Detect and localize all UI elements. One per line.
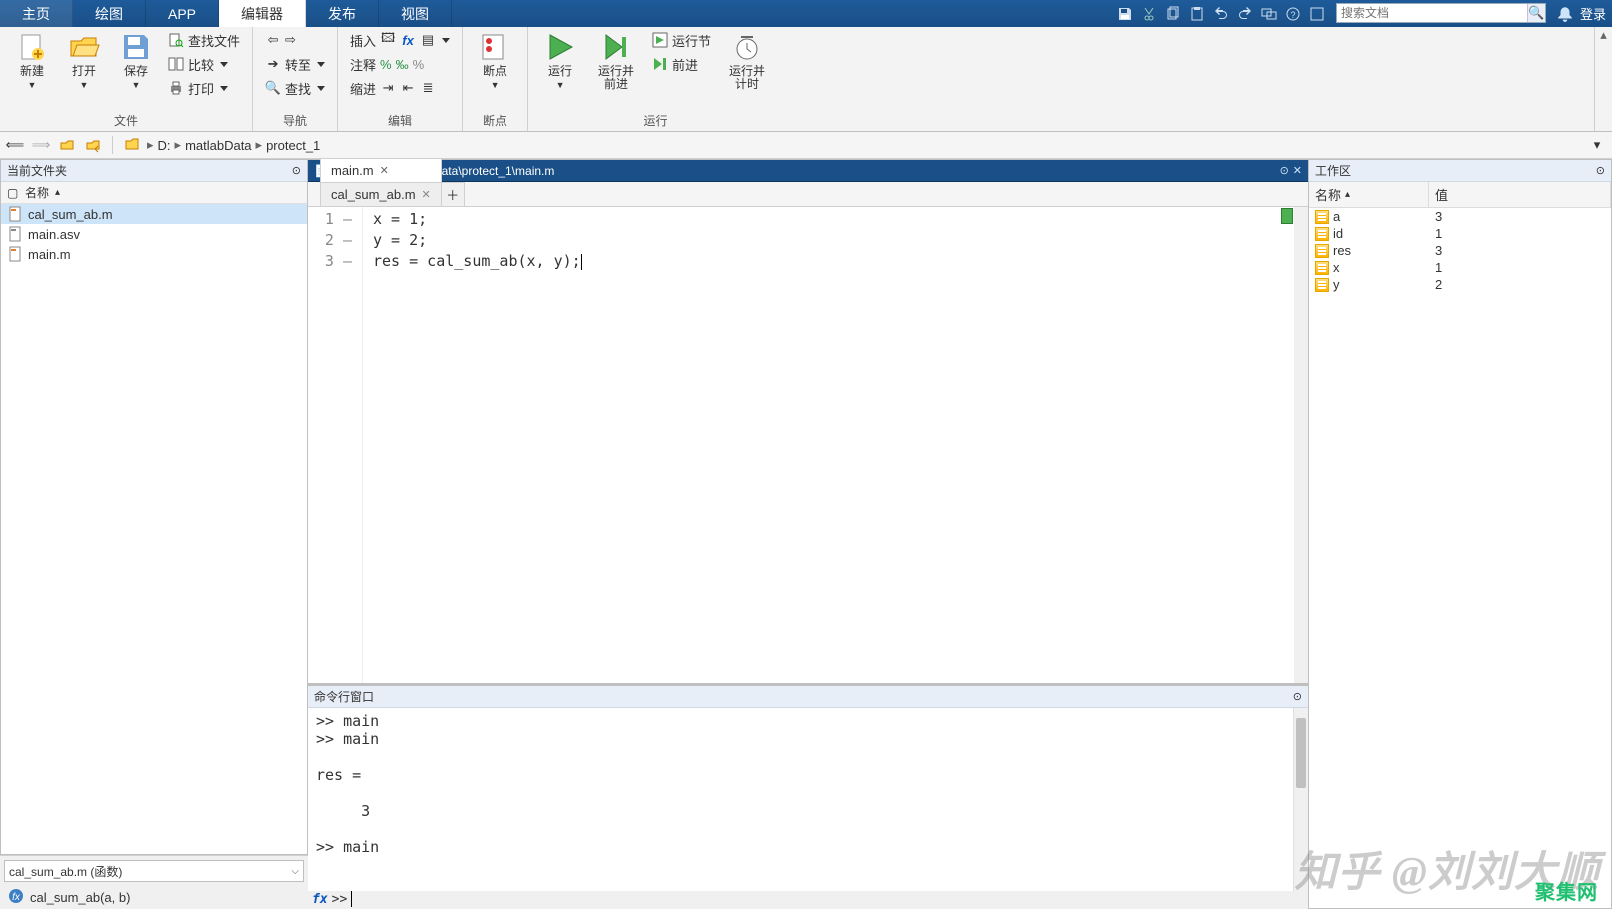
panel-menu-icon[interactable]: ⊙	[292, 164, 301, 177]
ribbon: 新建▼ 打开▼ 保存▼ 查找文件 比较 打印 文件 ⇦⇨ ➔转至 🔍查找 导航 …	[0, 27, 1612, 132]
close-icon[interactable]: ✕	[380, 164, 389, 177]
ribbon-group-run: 运行▼ 运行并 前进 运行节 前进 运行并 计时 运行	[528, 27, 783, 131]
search-input[interactable]	[1337, 6, 1527, 20]
variable-icon	[1315, 210, 1329, 224]
svg-text:fx: fx	[12, 892, 21, 903]
drive-icon[interactable]	[121, 134, 143, 156]
editor-tab[interactable]: cal_sum_ab.m✕	[320, 182, 442, 206]
details-combo[interactable]: cal_sum_ab.m (函数)⌵	[4, 860, 304, 882]
notifications-icon[interactable]	[1556, 5, 1574, 23]
breadcrumb[interactable]: ▸D: ▸matlabData ▸protect_1	[147, 137, 320, 153]
workspace-var[interactable]: id1	[1309, 225, 1611, 242]
tab-plot[interactable]: 绘图	[73, 0, 146, 27]
run-time-button[interactable]: 运行并 计时	[719, 29, 775, 93]
advance-button[interactable]: 前进	[648, 53, 715, 75]
run-advance-button[interactable]: 运行并 前进	[588, 29, 644, 93]
variable-icon	[1315, 227, 1329, 241]
ribbon-group-breakpoints: 断点▼ 断点	[463, 27, 528, 131]
workspace-var[interactable]: x1	[1309, 259, 1611, 276]
paste-icon[interactable]	[1186, 3, 1208, 25]
code-analyzer-indicator[interactable]	[1281, 208, 1293, 224]
editor-close-icon[interactable]: ✕	[1293, 164, 1302, 177]
find-files-button[interactable]: 查找文件	[164, 29, 244, 51]
main-tabstrip: 主页 绘图 APP 编辑器 发布 视图 ? 🔍 登录	[0, 0, 1612, 27]
breakpoints-button[interactable]: 断点▼	[471, 29, 519, 92]
workspace-var[interactable]: res3	[1309, 242, 1611, 259]
run-button[interactable]: 运行▼	[536, 29, 584, 92]
nav-up-icon[interactable]	[56, 134, 78, 156]
comment-button[interactable]: 注释 % ‰ %	[346, 53, 454, 75]
copy-icon[interactable]	[1162, 3, 1184, 25]
ribbon-group-file: 新建▼ 打开▼ 保存▼ 查找文件 比较 打印 文件	[0, 27, 253, 131]
cmd-prompt[interactable]: >>	[332, 892, 348, 907]
nav-back-icon[interactable]: ⟸	[4, 134, 26, 156]
editor-dock-icon[interactable]: ⊙	[1280, 164, 1289, 177]
run-section-button[interactable]: 运行节	[648, 29, 715, 51]
tab-publish[interactable]: 发布	[306, 0, 379, 27]
tab-home[interactable]: 主页	[0, 0, 73, 27]
command-window[interactable]: >> main >> main res = 3 >> main	[308, 708, 1308, 891]
compare-button[interactable]: 比较	[164, 53, 244, 75]
indent-button[interactable]: 缩进 ⇥ ⇤ ≣	[346, 77, 454, 99]
file-item[interactable]: cal_sum_ab.m	[1, 204, 307, 224]
search-icon[interactable]: 🔍	[1527, 4, 1545, 22]
ribbon-group-edit: 插入 🖾 fx ▤ 注释 % ‰ % 缩进 ⇥ ⇤ ≣ 编辑	[338, 27, 463, 131]
switch-windows-icon[interactable]	[1258, 3, 1280, 25]
redo-icon[interactable]	[1234, 3, 1256, 25]
addr-drop-icon[interactable]: ▾	[1586, 134, 1608, 156]
file-item[interactable]: main.asv	[1, 224, 307, 244]
file-item[interactable]: main.m	[1, 244, 307, 264]
save-icon[interactable]	[1114, 3, 1136, 25]
add-tab-button[interactable]: ＋	[441, 182, 465, 206]
workspace-var[interactable]: y2	[1309, 276, 1611, 293]
search-box[interactable]: 🔍	[1336, 3, 1546, 23]
save-button[interactable]: 保存▼	[112, 29, 160, 92]
insert-button[interactable]: 插入 🖾 fx ▤	[346, 29, 454, 51]
editor-tab[interactable]: main.m✕	[320, 158, 442, 182]
login-link[interactable]: 登录	[1580, 4, 1606, 23]
ribbon-group-nav: ⇦⇨ ➔转至 🔍查找 导航	[253, 27, 338, 131]
undo-icon[interactable]	[1210, 3, 1232, 25]
cut-icon[interactable]	[1138, 3, 1160, 25]
address-bar: ⟸ ⟹ ▸D: ▸matlabData ▸protect_1 ▾	[0, 132, 1612, 159]
command-window-title: 命令行窗口⊙	[308, 686, 1308, 708]
cmd-menu-icon[interactable]: ⊙	[1293, 690, 1302, 703]
function-icon: fx	[8, 888, 24, 907]
file-browser[interactable]: ▢名称▴ cal_sum_ab.mmain.asvmain.m	[1, 182, 307, 854]
find-button[interactable]: 🔍查找	[261, 77, 329, 99]
open-button[interactable]: 打开▼	[60, 29, 108, 92]
nav-back[interactable]: ⇦⇨	[261, 29, 329, 51]
tab-app[interactable]: APP	[146, 0, 219, 27]
details-panel: cal_sum_ab.m (函数)⌵ fx cal_sum_ab(a, b)	[0, 855, 308, 909]
code-editor[interactable]: 1 –2 –3 – x = 1;y = 2;res = cal_sum_ab(x…	[308, 207, 1308, 683]
workspace-title: 工作区⊙	[1309, 160, 1611, 182]
variable-icon	[1315, 278, 1329, 292]
nav-recent-icon[interactable]	[82, 134, 104, 156]
print-button[interactable]: 打印	[164, 77, 244, 99]
quick-access-toolbar: ?	[1110, 0, 1332, 27]
goto-button[interactable]: ➔转至	[261, 53, 329, 75]
ribbon-collapse-icon[interactable]: ▴	[1594, 27, 1612, 131]
svg-text:?: ?	[1290, 10, 1295, 20]
help-icon[interactable]: ?	[1282, 3, 1304, 25]
variable-icon	[1315, 261, 1329, 275]
variable-icon	[1315, 244, 1329, 258]
tab-editor[interactable]: 编辑器	[219, 0, 306, 27]
function-signature: cal_sum_ab(a, b)	[30, 890, 130, 905]
workspace-var[interactable]: a3	[1309, 208, 1611, 225]
scrollbar[interactable]	[1293, 708, 1308, 891]
new-button[interactable]: 新建▼	[8, 29, 56, 92]
current-folder-title: 当前文件夹⊙	[1, 160, 307, 182]
close-icon[interactable]: ✕	[422, 188, 431, 201]
editor-titlebar: 📄 编辑器 - D:\matlabData\protect_1\main.m ⊙…	[308, 160, 1308, 182]
addons-icon[interactable]	[1306, 3, 1328, 25]
nav-fwd-icon[interactable]: ⟹	[30, 134, 52, 156]
fx-icon[interactable]: fx	[312, 892, 328, 907]
editor-tabs: main.m✕cal_sum_ab.m✕ ＋	[308, 182, 1308, 207]
tab-view[interactable]: 视图	[379, 0, 452, 27]
ws-menu-icon[interactable]: ⊙	[1596, 164, 1605, 177]
workspace-table[interactable]: 名称 ▴值 a3id1res3x1y2	[1309, 182, 1611, 908]
